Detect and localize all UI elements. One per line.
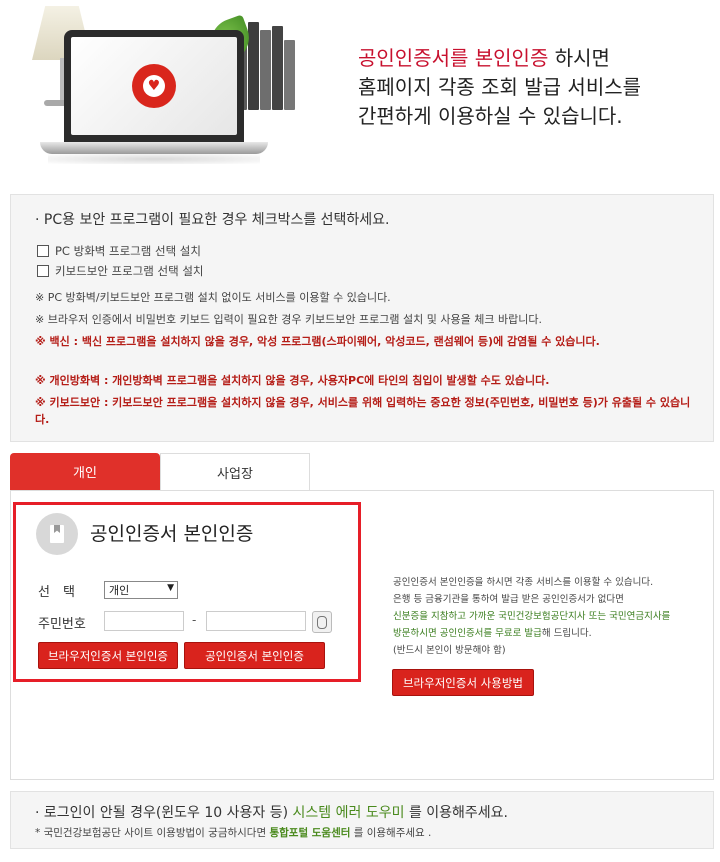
vaccine-warning: ※ 백신 : 백신 프로그램을 설치하지 않을 경우, 악성 프로그램(스파이웨… bbox=[35, 335, 600, 348]
chevron-down-icon: ▼ bbox=[167, 583, 174, 593]
keyboard-security-checkbox[interactable]: 키보드보안 프로그램 선택 설치 bbox=[37, 263, 204, 279]
rrn-back-input[interactable] bbox=[206, 611, 306, 631]
select-label: 선 택 bbox=[38, 585, 75, 600]
checkbox-icon[interactable] bbox=[37, 265, 49, 277]
help-notice-box: · 로그인이 안될 경우(윈도우 10 사용자 등) 시스템 에러 도우미 를 … bbox=[10, 791, 714, 849]
tab-personal[interactable]: 개인 bbox=[10, 453, 160, 490]
browser-cert-guide-button[interactable]: 브라우저인증서 사용방법 bbox=[392, 669, 534, 696]
user-type-select[interactable]: 개인 ▼ bbox=[104, 581, 178, 599]
security-notice-box: · PC용 보안 프로그램이 필요한 경우 체크박스를 선택하세요. PC 방화… bbox=[10, 194, 714, 442]
firewall-checkbox[interactable]: PC 방화벽 프로그램 선택 설치 bbox=[37, 243, 201, 259]
checkbox-icon[interactable] bbox=[37, 245, 49, 257]
laptop-illustration: ♥ bbox=[64, 30, 244, 142]
bookmark-icon bbox=[36, 513, 78, 555]
system-error-helper-link[interactable]: 시스템 에러 도우미 bbox=[293, 805, 405, 821]
hero-headline: 공인인증서를 본인인증 하시면 홈페이지 각종 조회 발급 서비스를 간편하게 … bbox=[358, 46, 642, 128]
keyboard-warning: ※ 키보드보안 : 키보드보안 프로그램을 설치하지 않을 경우, 서비스를 위… bbox=[35, 396, 691, 426]
rrn-label: 주민번호 bbox=[38, 617, 86, 632]
virtual-keyboard-icon[interactable] bbox=[312, 611, 332, 633]
portal-help-line: * 국민건강보험공단 사이트 이용방법이 궁금하시다면 통합포털 도움센터 를 … bbox=[35, 827, 432, 839]
public-cert-auth-button[interactable]: 공인인증서 본인인증 bbox=[184, 642, 325, 669]
help-center-link[interactable]: 통합포털 도움센터 bbox=[269, 827, 350, 839]
notice-line: ※ PC 방화벽/키보드보안 프로그램 설치 없이도 서비스를 이용할 수 있습… bbox=[35, 291, 391, 304]
auth-guide-text: 공인인증서 본인인증을 하시면 각종 서비스를 이용할 수 있습니다. 은행 등… bbox=[393, 577, 671, 656]
browser-cert-auth-button[interactable]: 브라우저인증서 본인인증 bbox=[38, 642, 178, 669]
login-help-line: · 로그인이 안될 경우(윈도우 10 사용자 등) 시스템 에러 도우미 를 … bbox=[35, 805, 509, 821]
firewall-warning: ※ 개인방화벽 : 개인방화벽 프로그램을 설치하지 않을 경우, 사용자PC에… bbox=[35, 374, 550, 387]
cert-auth-box: 공인인증서 본인인증 선 택 개인 ▼ 주민번호 - 브라우저인증서 본인인증 … bbox=[13, 502, 361, 682]
hero-banner: ♥ 공인인증서를 본인인증 하시면 홈페이지 각종 조회 발급 서비스를 간편하… bbox=[0, 0, 720, 175]
notice-line: ※ 브라우저 인증에서 비밀번호 키보드 입력이 필요한 경우 키보드보안 프로… bbox=[35, 313, 542, 326]
auth-title: 공인인증서 본인인증 bbox=[90, 523, 254, 545]
brand-logo-icon: ♥ bbox=[132, 64, 176, 108]
rrn-front-input[interactable] bbox=[104, 611, 184, 631]
notice-heading: · PC용 보안 프로그램이 필요한 경우 체크박스를 선택하세요. bbox=[35, 212, 390, 228]
tab-business[interactable]: 사업장 bbox=[160, 453, 310, 490]
